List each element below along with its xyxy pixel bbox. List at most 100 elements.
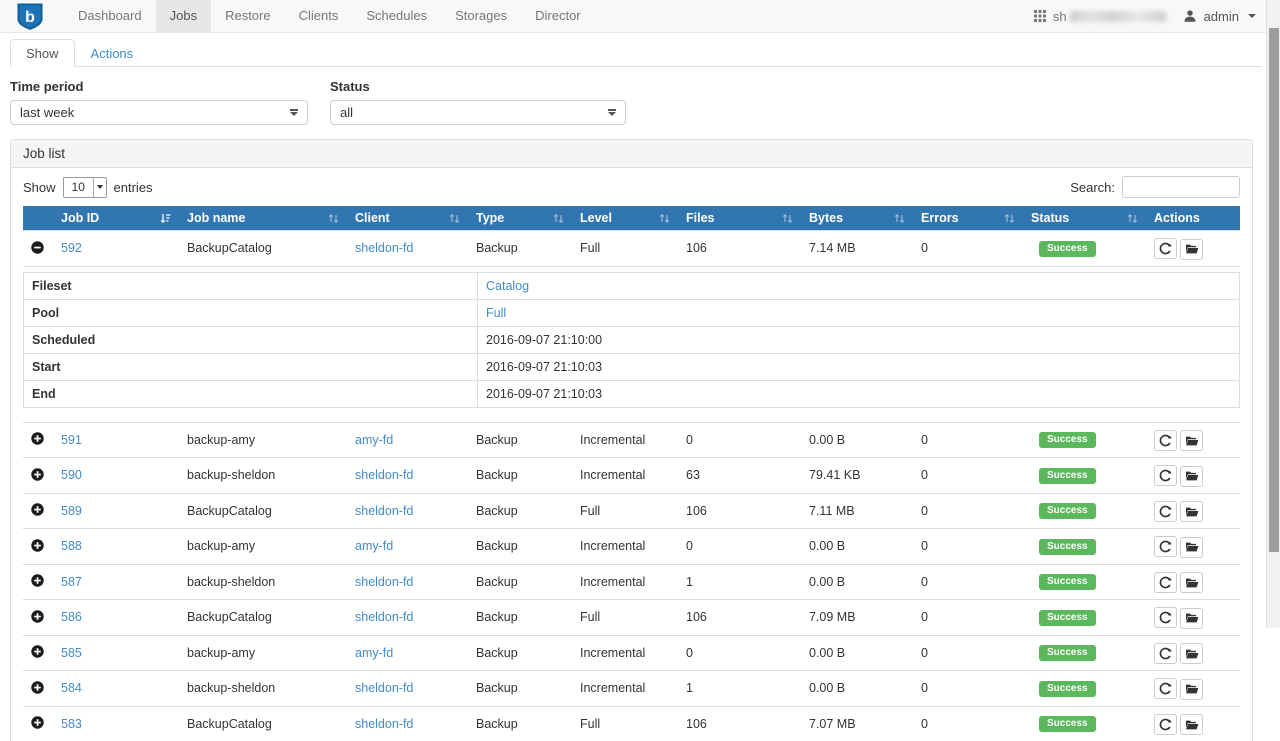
nav-item-dashboard[interactable]: Dashboard [64, 0, 156, 32]
column-header-bytes[interactable]: Bytes [801, 206, 913, 231]
job-details-button[interactable] [1180, 572, 1203, 593]
sort-descending-icon[interactable] [160, 213, 171, 224]
column-header-job-id[interactable]: Job ID [53, 206, 179, 231]
status-select[interactable]: all [330, 100, 626, 125]
navbar-items: DashboardJobsRestoreClientsSchedulesStor… [64, 0, 595, 32]
search-input[interactable] [1122, 176, 1240, 198]
expand-row-icon[interactable] [31, 610, 44, 623]
vertical-scrollbar[interactable] [1266, 0, 1280, 628]
cell-actions [1146, 529, 1240, 565]
user-menu-caret-icon[interactable] [1248, 14, 1256, 18]
column-header-files[interactable]: Files [678, 206, 801, 231]
job-details-button[interactable] [1180, 537, 1203, 558]
folder-open-icon [1185, 243, 1199, 255]
client-link[interactable]: sheldon-fd [355, 717, 413, 731]
expand-row-icon[interactable] [31, 716, 44, 729]
detail-value-link[interactable]: Full [486, 306, 506, 320]
sort-icon[interactable] [894, 213, 905, 224]
scrollbar-thumb[interactable] [1269, 28, 1279, 552]
job-details-button[interactable] [1180, 643, 1203, 664]
sort-icon[interactable] [782, 213, 793, 224]
job-id-link[interactable]: 591 [61, 433, 82, 447]
user-menu[interactable]: admin [1204, 9, 1239, 24]
sort-icon[interactable] [449, 213, 460, 224]
job-details-button[interactable] [1180, 430, 1203, 451]
client-link[interactable]: amy-fd [355, 433, 393, 447]
client-link[interactable]: sheldon-fd [355, 610, 413, 624]
brand-logo[interactable]: b [0, 0, 60, 32]
client-link[interactable]: sheldon-fd [355, 241, 413, 255]
job-id-link[interactable]: 586 [61, 610, 82, 624]
nav-item-storages[interactable]: Storages [441, 0, 521, 32]
job-id-link[interactable]: 584 [61, 681, 82, 695]
client-link[interactable]: sheldon-fd [355, 504, 413, 518]
job-id-link[interactable]: 583 [61, 717, 82, 731]
nav-item-schedules[interactable]: Schedules [352, 0, 441, 32]
job-details-button[interactable] [1180, 501, 1203, 522]
job-details-button[interactable] [1180, 608, 1203, 629]
rerun-job-button[interactable] [1154, 501, 1177, 522]
entries-count-select[interactable]: 10 [63, 177, 107, 198]
rerun-job-button[interactable] [1154, 238, 1177, 259]
expand-row-icon[interactable] [31, 468, 44, 481]
cell-status: Success [1023, 564, 1146, 600]
tab-actions[interactable]: Actions [75, 39, 150, 67]
detail-value-link[interactable]: Catalog [486, 279, 529, 293]
cell-expander [23, 493, 53, 529]
expand-row-icon[interactable] [31, 539, 44, 552]
expand-row-icon[interactable] [31, 574, 44, 587]
client-link[interactable]: amy-fd [355, 646, 393, 660]
rerun-job-button[interactable] [1154, 536, 1177, 557]
rerun-job-button[interactable] [1154, 465, 1177, 486]
sort-icon[interactable] [553, 213, 564, 224]
job-id-link[interactable]: 587 [61, 575, 82, 589]
client-link[interactable]: amy-fd [355, 539, 393, 553]
job-id-link[interactable]: 585 [61, 646, 82, 660]
detail-value[interactable]: Catalog [478, 272, 1240, 299]
detail-value[interactable]: Full [478, 299, 1240, 326]
expand-row-icon[interactable] [31, 432, 44, 445]
time-period-select[interactable]: last week [10, 100, 308, 125]
rerun-job-button[interactable] [1154, 430, 1177, 451]
column-header-level[interactable]: Level [572, 206, 678, 231]
rerun-job-button[interactable] [1154, 678, 1177, 699]
rerun-job-button[interactable] [1154, 607, 1177, 628]
rerun-job-button[interactable] [1154, 572, 1177, 593]
grid-icon[interactable] [1034, 10, 1046, 22]
column-header-type[interactable]: Type [468, 206, 572, 231]
job-details-button[interactable] [1180, 679, 1203, 700]
job-id-link[interactable]: 589 [61, 504, 82, 518]
expand-row-icon[interactable] [31, 645, 44, 658]
nav-item-director[interactable]: Director [521, 0, 595, 32]
sort-icon[interactable] [659, 213, 670, 224]
cell-job-name: backup-amy [179, 422, 347, 458]
cell-job-id: 592 [53, 231, 179, 267]
column-header-errors[interactable]: Errors [913, 206, 1023, 231]
rerun-job-button[interactable] [1154, 643, 1177, 664]
job-id-link[interactable]: 590 [61, 468, 82, 482]
job-details-button[interactable] [1180, 714, 1203, 735]
sort-icon[interactable] [328, 213, 339, 224]
expand-row-icon[interactable] [31, 503, 44, 516]
client-link[interactable]: sheldon-fd [355, 575, 413, 589]
job-details-button[interactable] [1180, 239, 1203, 260]
nav-item-jobs[interactable]: Jobs [156, 0, 211, 32]
tab-show[interactable]: Show [10, 39, 75, 67]
sort-icon[interactable] [1127, 213, 1138, 224]
column-header-status[interactable]: Status [1023, 206, 1146, 231]
job-id-link[interactable]: 592 [61, 241, 82, 255]
collapse-row-icon[interactable] [31, 241, 44, 254]
column-header-job-name[interactable]: Job name [179, 206, 347, 231]
nav-item-clients[interactable]: Clients [285, 0, 353, 32]
expand-row-icon[interactable] [31, 681, 44, 694]
job-list-panel: Job list Show 10 entries Search: J [10, 139, 1253, 741]
client-link[interactable]: sheldon-fd [355, 468, 413, 482]
job-id-link[interactable]: 588 [61, 539, 82, 553]
client-link[interactable]: sheldon-fd [355, 681, 413, 695]
nav-item-restore[interactable]: Restore [211, 0, 285, 32]
sort-icon[interactable] [1004, 213, 1015, 224]
job-details-button[interactable] [1180, 466, 1203, 487]
cell-job-id: 591 [53, 422, 179, 458]
column-header-client[interactable]: Client [347, 206, 468, 231]
rerun-job-button[interactable] [1154, 714, 1177, 735]
